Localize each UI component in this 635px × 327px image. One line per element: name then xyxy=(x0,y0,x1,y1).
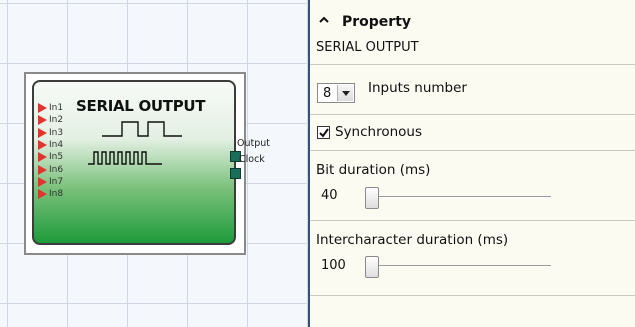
clock-label: Clock xyxy=(239,154,265,165)
input-port-4[interactable]: In4 xyxy=(38,139,78,151)
divider xyxy=(310,64,635,65)
intercharacter-duration-slider-thumb[interactable] xyxy=(365,256,379,278)
property-subtitle: SERIAL OUTPUT xyxy=(316,40,419,55)
inputs-number-select[interactable]: 8 xyxy=(317,83,355,103)
input-label: In7 xyxy=(49,176,64,187)
input-port-3[interactable]: In3 xyxy=(38,127,78,139)
input-label: In8 xyxy=(49,189,64,200)
output-label: Output xyxy=(237,138,270,149)
divider xyxy=(310,150,635,151)
input-port-2[interactable]: In2 xyxy=(38,114,78,126)
input-label: In2 xyxy=(49,115,64,126)
input-arrow-icon xyxy=(38,115,47,126)
divider xyxy=(310,114,635,115)
input-arrow-icon xyxy=(38,164,47,175)
bit-duration-value: 40 xyxy=(321,188,338,203)
input-port-5[interactable]: In5 xyxy=(38,151,78,163)
bit-duration-label: Bit duration (ms) xyxy=(316,162,431,178)
serial-waveform-icon xyxy=(88,121,182,165)
input-port-8[interactable]: In8 xyxy=(38,188,78,200)
input-port-6[interactable]: In6 xyxy=(38,163,78,175)
input-label: In4 xyxy=(49,140,64,151)
input-arrow-icon xyxy=(38,152,47,163)
property-header[interactable]: Property SERIAL OUTPUT xyxy=(310,0,635,64)
input-label: In5 xyxy=(49,152,64,163)
input-arrow-icon xyxy=(38,189,47,200)
track-highlight xyxy=(367,266,551,267)
bit-duration-slider-thumb[interactable] xyxy=(365,187,379,209)
input-arrow-icon xyxy=(38,176,47,187)
input-arrow-icon xyxy=(38,103,47,114)
checkmark-icon xyxy=(319,128,329,138)
chevron-down-icon[interactable] xyxy=(337,85,353,101)
inputs-number-label: Inputs number xyxy=(368,80,467,96)
chevron-up-icon[interactable] xyxy=(318,14,330,26)
input-port-1[interactable]: In1 xyxy=(38,102,78,114)
serial-output-block[interactable]: SERIAL OUTPUT In1 In2 In3 In4 In5 In6 In… xyxy=(32,80,241,245)
input-arrow-icon xyxy=(38,127,47,138)
input-label: In3 xyxy=(49,127,64,138)
logic-canvas[interactable]: SERIAL OUTPUT In1 In2 In3 In4 In5 In6 In… xyxy=(0,0,310,327)
synchronous-checkbox[interactable] xyxy=(317,126,330,139)
property-title: Property xyxy=(342,14,412,30)
intercharacter-duration-label: Intercharacter duration (ms) xyxy=(316,232,509,248)
output-port-clock[interactable] xyxy=(230,168,241,179)
input-label: In6 xyxy=(49,164,64,175)
serial-output-block-frame[interactable]: SERIAL OUTPUT In1 In2 In3 In4 In5 In6 In… xyxy=(24,72,246,255)
input-ports: In1 In2 In3 In4 In5 In6 In7 In8 xyxy=(38,102,78,200)
inputs-number-value: 8 xyxy=(323,86,332,101)
synchronous-label: Synchronous xyxy=(335,124,423,140)
input-label: In1 xyxy=(49,103,64,114)
property-panel: Property SERIAL OUTPUT 8 Inputs number S… xyxy=(310,0,635,327)
input-arrow-icon xyxy=(38,140,47,151)
input-port-7[interactable]: In7 xyxy=(38,176,78,188)
intercharacter-duration-value: 100 xyxy=(321,258,346,273)
block-title: SERIAL OUTPUT xyxy=(76,97,206,115)
divider xyxy=(310,220,635,221)
track-highlight xyxy=(367,197,551,198)
divider xyxy=(310,295,635,296)
